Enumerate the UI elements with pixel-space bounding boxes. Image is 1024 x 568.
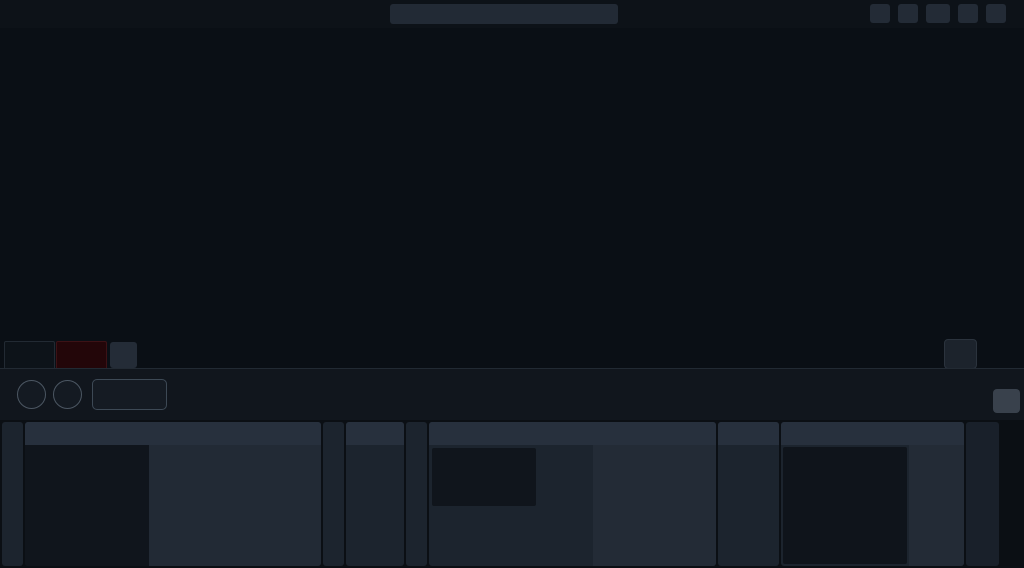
filter-type-dropdown[interactable] <box>92 379 167 410</box>
title-bar <box>0 0 1024 28</box>
module-strip-mseg[interactable] <box>406 422 427 566</box>
follower-knobs <box>149 445 321 566</box>
x-knob[interactable] <box>909 445 964 506</box>
band-control-bar <box>0 368 1024 420</box>
xy-pad[interactable] <box>783 447 907 564</box>
band-tab-highpass[interactable] <box>4 341 55 369</box>
band-power-button[interactable] <box>17 380 46 409</box>
depth-knob[interactable] <box>264 445 321 506</box>
spread-header[interactable] <box>718 422 779 445</box>
trigger-button[interactable] <box>870 4 890 23</box>
add-band-button[interactable] <box>110 342 137 368</box>
add-module-button[interactable] <box>966 422 999 566</box>
attack-knob[interactable] <box>149 506 206 567</box>
follower-header[interactable] <box>25 422 321 445</box>
module-strip-envelope[interactable] <box>2 422 23 566</box>
macro-header[interactable] <box>346 422 404 445</box>
y-knob[interactable] <box>909 506 964 567</box>
lfo-waveform-display[interactable] <box>432 448 536 506</box>
phase-knob[interactable] <box>536 445 593 506</box>
symmetry-knob[interactable] <box>482 506 535 567</box>
lfo-header[interactable] <box>429 422 716 445</box>
lfo-depth-knob[interactable] <box>655 445 717 506</box>
eq-display-canvas[interactable] <box>0 28 1024 368</box>
paste-button[interactable] <box>986 4 1006 23</box>
undo-redo-group <box>926 4 950 23</box>
multiplier-knob[interactable] <box>593 506 655 567</box>
module-panel-follower <box>25 422 321 566</box>
envelope-follower-display[interactable] <box>25 445 149 566</box>
copy-button[interactable] <box>958 4 978 23</box>
band-tab-comb-selected[interactable] <box>56 341 107 369</box>
pulse-width-knob[interactable] <box>535 506 593 567</box>
stereo-knob[interactable] <box>264 506 321 567</box>
threshold-knob[interactable] <box>149 445 206 506</box>
module-panel-lfo <box>429 422 716 566</box>
shade-plugin-window: { "topbar": { "brand": "SHADE", "preset"… <box>0 0 1024 568</box>
limiter-button[interactable] <box>898 4 918 23</box>
display-settings-button[interactable] <box>944 339 977 369</box>
modulation-row <box>0 420 1024 568</box>
swing-knob[interactable] <box>655 506 717 567</box>
stereo-link-button[interactable] <box>53 380 82 409</box>
shape-knob[interactable] <box>429 506 482 567</box>
module-panel-macro <box>346 422 404 566</box>
rate-knob[interactable] <box>593 445 655 506</box>
release-knob[interactable] <box>206 506 263 567</box>
preset-selector[interactable] <box>390 4 618 24</box>
xy-header[interactable] <box>781 422 964 445</box>
module-panel-spread <box>718 422 779 566</box>
module-strip-random[interactable] <box>323 422 344 566</box>
range-knob[interactable] <box>206 445 263 506</box>
collapse-modulation-panel-button[interactable] <box>993 389 1020 413</box>
xy-knobs <box>909 445 964 566</box>
module-panel-xy <box>781 422 964 566</box>
